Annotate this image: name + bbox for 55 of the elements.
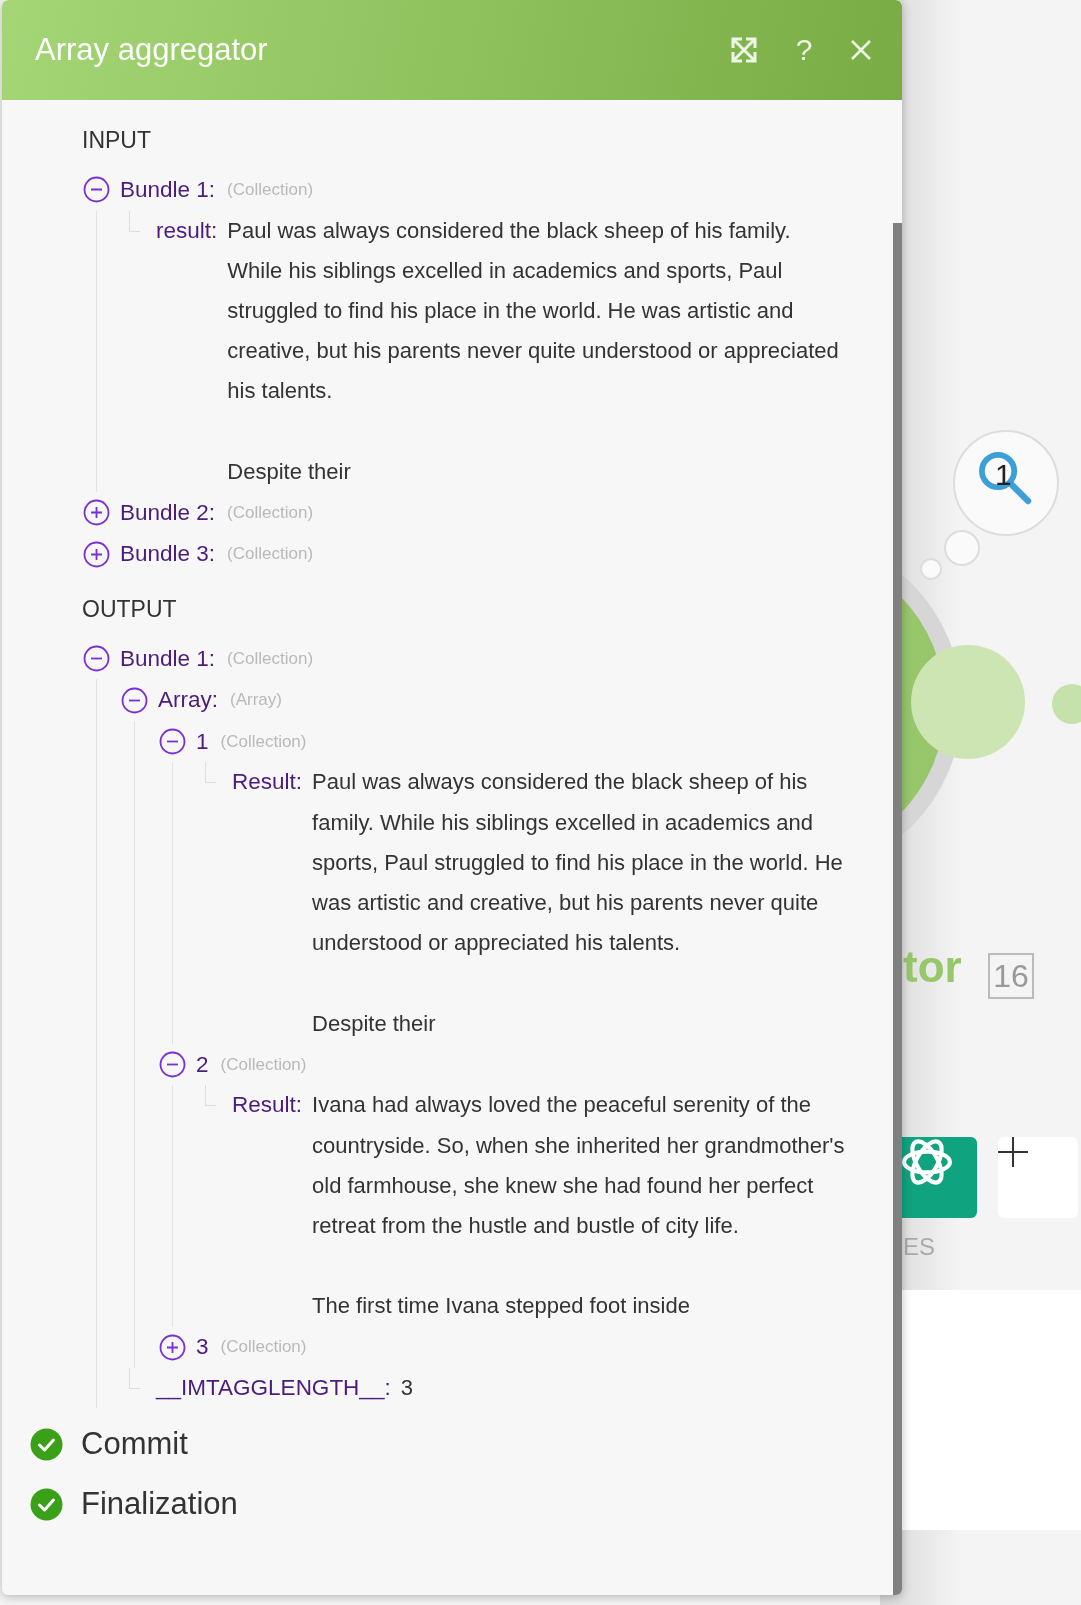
expand-node-icon[interactable] [159, 1333, 186, 1361]
node-label: 3 [196, 1334, 209, 1361]
tree-connector [205, 1085, 216, 1107]
field-value: Paul was always considered the black sheep of his family. While his siblings excelled in academics and sports, Paul struggled to find his place in the world. He was artistic and creative, but his parents never quite understood or appreciated his talents. Despite their [312, 768, 844, 1038]
type-hint: (Collection) [227, 502, 314, 523]
node-label: Array: [158, 687, 218, 714]
collapse-icon[interactable] [159, 1051, 186, 1079]
help-button[interactable]: ? [790, 33, 818, 67]
node-label: Bundle 2: [120, 499, 216, 526]
field-label: Result: [232, 1091, 303, 1120]
status-label: Finalization [81, 1486, 238, 1523]
search-count: 1 [995, 458, 1012, 492]
tree-connector [129, 1368, 140, 1390]
collapse-icon[interactable] [121, 686, 148, 714]
close-icon [850, 39, 872, 61]
scrollbar[interactable] [893, 223, 902, 1595]
field-label: __IMTAGGLENGTH__: [156, 1374, 391, 1403]
tree-connector [129, 210, 140, 232]
plus-icon [998, 1137, 1028, 1167]
type-hint: (Collection) [227, 544, 314, 565]
node-label: Bundle 1: [120, 645, 216, 672]
tree-connector [205, 762, 216, 784]
thought-dot [920, 558, 942, 580]
expand-node-icon[interactable] [83, 499, 110, 527]
field-value: 3 [400, 1374, 414, 1403]
dialog-title: Array aggregator [35, 32, 269, 68]
expand-node-icon[interactable] [83, 540, 110, 568]
node-label: Bundle 3: [120, 541, 216, 568]
section-title: OUTPUT [82, 594, 178, 624]
type-hint: (Collection) [227, 179, 314, 200]
type-hint: (Collection) [220, 1337, 307, 1358]
field-value: Ivana had always loved the peaceful serenity of the countryside. So, when she inherited her grandmother's old farmhouse, she knew she had found her perfect retreat from the hustle and bustle of city life. The first time Ivana stepped foot inside [312, 1091, 846, 1321]
category-label: ES [903, 1233, 935, 1261]
collapse-icon[interactable] [159, 728, 186, 756]
app-tile[interactable] [902, 1137, 977, 1218]
collapse-icon[interactable] [83, 176, 110, 204]
type-hint: (Array) [230, 690, 282, 711]
section-title: INPUT [82, 126, 152, 155]
knot-icon [902, 1137, 952, 1187]
node-label: Bundle 1: [120, 176, 216, 203]
thought-dot [944, 530, 980, 566]
expand-icon [730, 36, 758, 64]
field-label: result: [156, 216, 218, 245]
module-title: tor [903, 945, 962, 989]
module-id-badge: 16 [988, 953, 1034, 999]
field-label: Result: [232, 768, 303, 797]
search-bubble[interactable] [953, 430, 1059, 536]
field-value: Paul was always considered the black sheep of his family. While his siblings excelled in academics and sports, Paul struggled to find his place in the world. He was artistic and creative, but his parents never quite understood or appreciated his talents. Despite their [227, 216, 840, 486]
type-hint: (Collection) [227, 648, 314, 669]
type-hint: (Collection) [220, 731, 307, 752]
type-hint: (Collection) [220, 1054, 307, 1075]
node-label: 1 [196, 728, 209, 755]
status-label: Commit [81, 1426, 188, 1463]
collapse-icon[interactable] [83, 645, 110, 673]
node-label: 2 [196, 1051, 209, 1078]
